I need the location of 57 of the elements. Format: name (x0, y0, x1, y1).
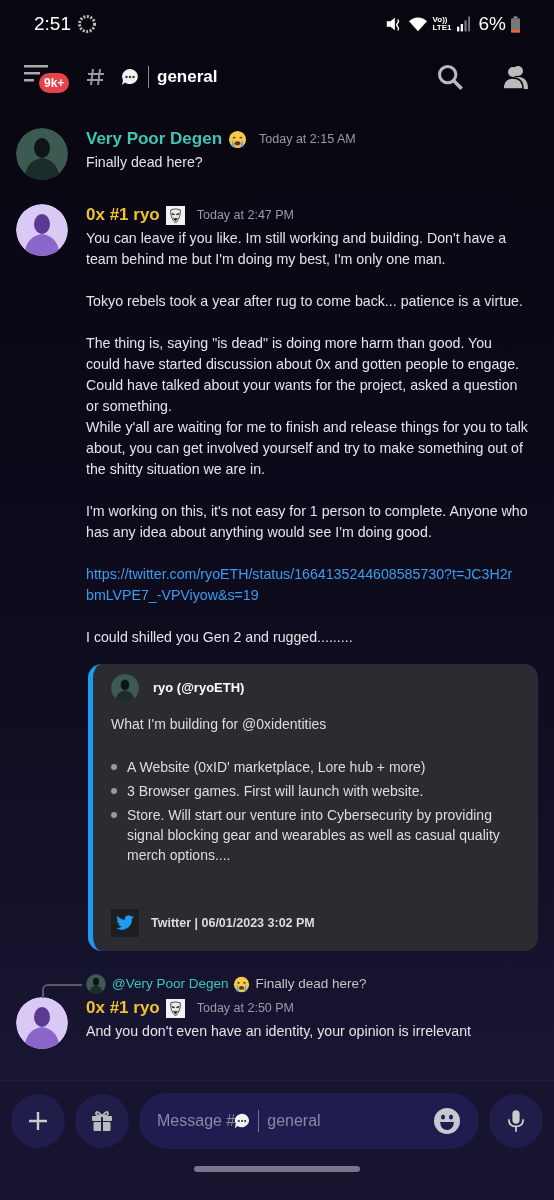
avatar (16, 997, 68, 1049)
reply-author[interactable]: @Very Poor Degen (112, 973, 229, 995)
username[interactable]: 0x #1 ryo (86, 995, 160, 1021)
twitter-bird-icon (111, 909, 139, 937)
message-text: I'm working on this, it's not easy for 1 person to complete. Anyone who has any idea about anything would see I'm doing good. (86, 502, 529, 542)
embed-author[interactable]: ryo (@ryoETH) (153, 678, 245, 698)
speech-bubble-icon (233, 1111, 252, 1130)
bullet-icon (111, 812, 117, 818)
embed-text: What I'm building for @0xidentities (111, 715, 328, 734)
embed-footer: Twitter | 06/01/2023 3:02 PM (151, 913, 315, 933)
members-button[interactable] (502, 64, 530, 90)
crying-face-icon (232, 975, 250, 993)
emoji-icon[interactable] (433, 1106, 461, 1135)
microphone-icon (507, 1108, 525, 1133)
mask-icon (165, 205, 185, 225)
message-text: While y'all are waiting for me to finish and release things for you to talk about, you can get involved yourself and try to make something out of the shitty situation we are in. (86, 418, 529, 479)
mask-icon (165, 998, 185, 1018)
channel-name: general (157, 66, 218, 89)
battery-icon (511, 15, 520, 33)
crying-face-icon (228, 129, 248, 149)
bullet-icon (111, 764, 117, 770)
loading-icon (77, 14, 97, 34)
embed-bullet: Store. Will start our venture into Cybersecurity by providing signal blocking gear and wearables as well as casual quality merch options.... (127, 806, 501, 865)
wifi-icon (407, 15, 428, 33)
gift-icon (90, 1108, 114, 1133)
embed-bullet: A Website (0xID' marketplace, Lore hub + more) (127, 758, 426, 777)
plus-icon (28, 1110, 48, 1131)
timestamp: Today at 2:50 PM (196, 999, 294, 1017)
avatar (16, 128, 68, 180)
username[interactable]: 0x #1 ryo (86, 202, 160, 228)
notification-badge: 9k+ (37, 71, 72, 95)
bullet-icon (111, 788, 117, 794)
embed-bullet: 3 Browser games. First will launch with website. (127, 782, 424, 801)
gift-button[interactable] (75, 1093, 129, 1148)
avatar (111, 674, 139, 702)
battery-level: 6% (478, 11, 506, 36)
message-text: And you don't even have an identity, your opinion is irrelevant (86, 1022, 472, 1041)
clock: 2:51 (34, 11, 71, 36)
message-text: I could shilled you Gen 2 and rugged......... (86, 628, 354, 647)
message-text: You can leave if you like. Im still working and building. Don't have a team behind me but I'm doing my best, I'm only one man. (86, 229, 508, 269)
message-text: Tokyo rebels took a year after rug to come back... patience is a virtue. (86, 292, 524, 311)
add-button[interactable] (11, 1093, 65, 1148)
username[interactable]: Very Poor Degen (86, 126, 223, 152)
message-text: Finally dead here? (86, 153, 204, 172)
hash-icon (86, 67, 106, 87)
timestamp: Today at 2:15 AM (259, 130, 356, 148)
tweet-link[interactable]: https://twitter.com/ryoETH/status/1664135244608585730?t=JC3H2rbmLVPE7_-VPViyow&s=19 (86, 564, 538, 606)
signal-icon (456, 16, 470, 32)
avatar (16, 204, 68, 256)
search-button[interactable] (436, 63, 464, 91)
timestamp: Today at 2:47 PM (196, 206, 294, 224)
network-label: Vo)) LTE1 (432, 16, 452, 32)
reply-preview[interactable]: Finally dead here? (255, 973, 367, 995)
message-field[interactable]: Message # general (139, 1092, 479, 1149)
message-text: The thing is, saying "is dead" is doing more harm than good. You could have started discussion about 0x and gotten people to engage. Could have talked about your wants for the project, asked a question or something. (86, 334, 521, 416)
avatar (86, 974, 106, 994)
speech-bubble-icon (120, 67, 140, 87)
